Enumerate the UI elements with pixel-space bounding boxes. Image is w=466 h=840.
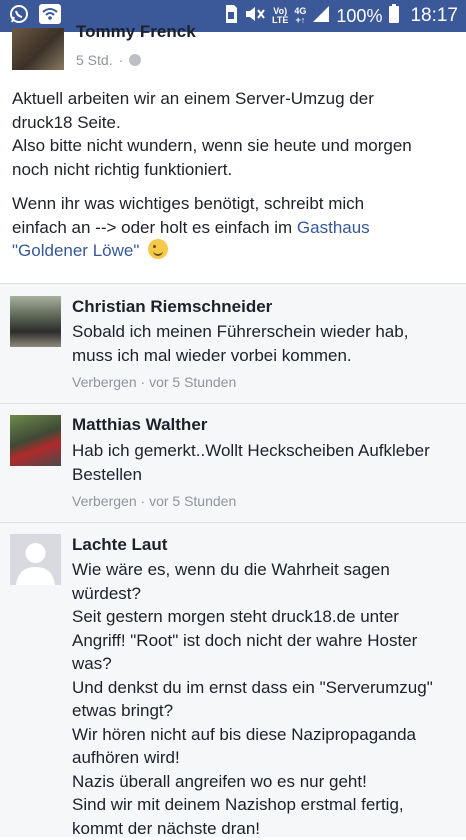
globe-icon — [129, 54, 142, 66]
signal-icon — [312, 5, 330, 28]
post-paragraph-2: Wenn ihr was wichtiges benötigt, schreib… — [12, 192, 452, 263]
post-line: Also bitte nicht wundern, wenn sie heute… — [12, 136, 412, 155]
comment-text: Hab ich gemerkt..Wollt Heckscheiben Aufk… — [72, 439, 457, 486]
hide-comment-link[interactable]: Verbergen — [72, 493, 137, 509]
comment-text: Wie wäre es, wenn du die Wahrheit sagen … — [72, 558, 457, 840]
comment-time[interactable]: vor 5 Stunden — [149, 493, 236, 509]
commenter-avatar[interactable] — [10, 534, 61, 585]
post-line: noch nicht richtig funktioniert. — [12, 159, 233, 179]
post-author-avatar[interactable] — [12, 28, 64, 70]
commenter-avatar[interactable] — [10, 296, 61, 347]
comment-line: Angriff! "Root" ist doch nicht der wahre… — [72, 630, 418, 650]
sim-icon — [224, 4, 238, 29]
comment: Lachte Laut Wie wäre es, wenn du die Wah… — [0, 523, 466, 840]
post-line: einfach an --> oder holt es einfach im — [12, 217, 297, 237]
comment-line: Sind wir mit deinem Nazishop erstmal fer… — [72, 795, 404, 814]
comment-meta: Verbergen · vor 5 Stunden — [72, 374, 236, 390]
mute-icon — [244, 4, 266, 29]
comment-line: Bestellen — [72, 464, 142, 484]
post-meta: 5 Std. · — [76, 52, 142, 68]
comment-line: kommt der nächste dran! — [72, 818, 261, 838]
whatsapp-icon — [8, 3, 30, 30]
comment-line: etwas bringt? — [72, 701, 174, 720]
network-4g-indicator: 4G +↑ — [294, 7, 306, 25]
post-paragraph-1: Aktuell arbeiten wir an einem Server-Umz… — [12, 87, 452, 181]
comment-line: muss ich mal wieder vorbei kommen. — [72, 345, 352, 365]
comment-line: würdest? — [72, 583, 141, 603]
battery-percent: 100% — [336, 5, 383, 26]
wifi-icon — [38, 3, 62, 30]
post-text: Aktuell arbeiten wir an einem Server-Umz… — [12, 87, 452, 263]
comment-line: Wie wäre es, wenn du die Wahrheit sagen — [72, 560, 390, 579]
comment-text: Sobald ich meinen Führerschein wieder ha… — [72, 320, 457, 367]
post-line: druck18 Seite. — [12, 112, 121, 132]
network-4g-line2: +↑ — [295, 15, 306, 25]
comment-time[interactable]: vor 5 Stunden — [149, 374, 236, 390]
meta-separator: · — [140, 374, 146, 390]
comment-line: was? — [72, 654, 112, 673]
comment-line: aufhören wird! — [72, 748, 180, 767]
comment-line: Seit gestern morgen steht druck18.de unt… — [72, 607, 399, 626]
meta-separator: · — [118, 52, 124, 68]
comment-line: Nazis überall angreifen wo es nur geht! — [72, 771, 367, 791]
commenter-name[interactable]: Matthias Walther — [72, 415, 207, 435]
commenter-name[interactable]: Lachte Laut — [72, 535, 167, 555]
hide-comment-link[interactable]: Verbergen — [72, 374, 137, 390]
comment-meta: Verbergen · vor 5 Stunden — [72, 493, 236, 509]
volte-indicator: Vo) LTE — [272, 7, 288, 25]
comment-line: Sobald ich meinen Führerschein wieder ha… — [72, 322, 409, 341]
goldener-loewe-link[interactable]: "Goldener Löwe" — [12, 241, 139, 260]
comment-line: Wir hören nicht auf bis diese Nazipropag… — [72, 724, 416, 744]
post: Tommy Frenck 5 Std. · Aktuell arbeiten w… — [0, 22, 466, 283]
commenter-name[interactable]: Christian Riemschneider — [72, 297, 272, 317]
post-line: Wenn ihr was wichtiges benötigt, schreib… — [12, 194, 365, 213]
post-line: Aktuell arbeiten wir an einem Server-Umz… — [12, 89, 374, 108]
clock: 18:17 — [410, 5, 458, 26]
default-avatar-icon — [10, 534, 61, 585]
battery-icon — [388, 3, 400, 29]
status-bar: Vo) LTE 4G +↑ 100% 18:17 — [0, 0, 466, 32]
volte-line2: LTE — [272, 15, 289, 25]
comment: Christian Riemschneider Sobald ich meine… — [0, 284, 466, 403]
post-time[interactable]: 5 Std. — [76, 52, 113, 68]
post-author-name[interactable]: Tommy Frenck — [76, 22, 196, 42]
comment-line: Und denkst du im ernst dass ein "Serveru… — [72, 677, 433, 697]
commenter-avatar[interactable] — [10, 415, 61, 466]
comments-section: Christian Riemschneider Sobald ich meine… — [0, 283, 466, 840]
gasthaus-link[interactable]: Gasthaus — [297, 218, 370, 237]
comment: Matthias Walther Hab ich gemerkt..Wollt … — [0, 404, 466, 522]
comment-line: Hab ich gemerkt..Wollt Heckscheiben Aufk… — [72, 441, 430, 460]
wink-emoji-icon — [148, 239, 169, 259]
meta-separator: · — [140, 493, 146, 509]
